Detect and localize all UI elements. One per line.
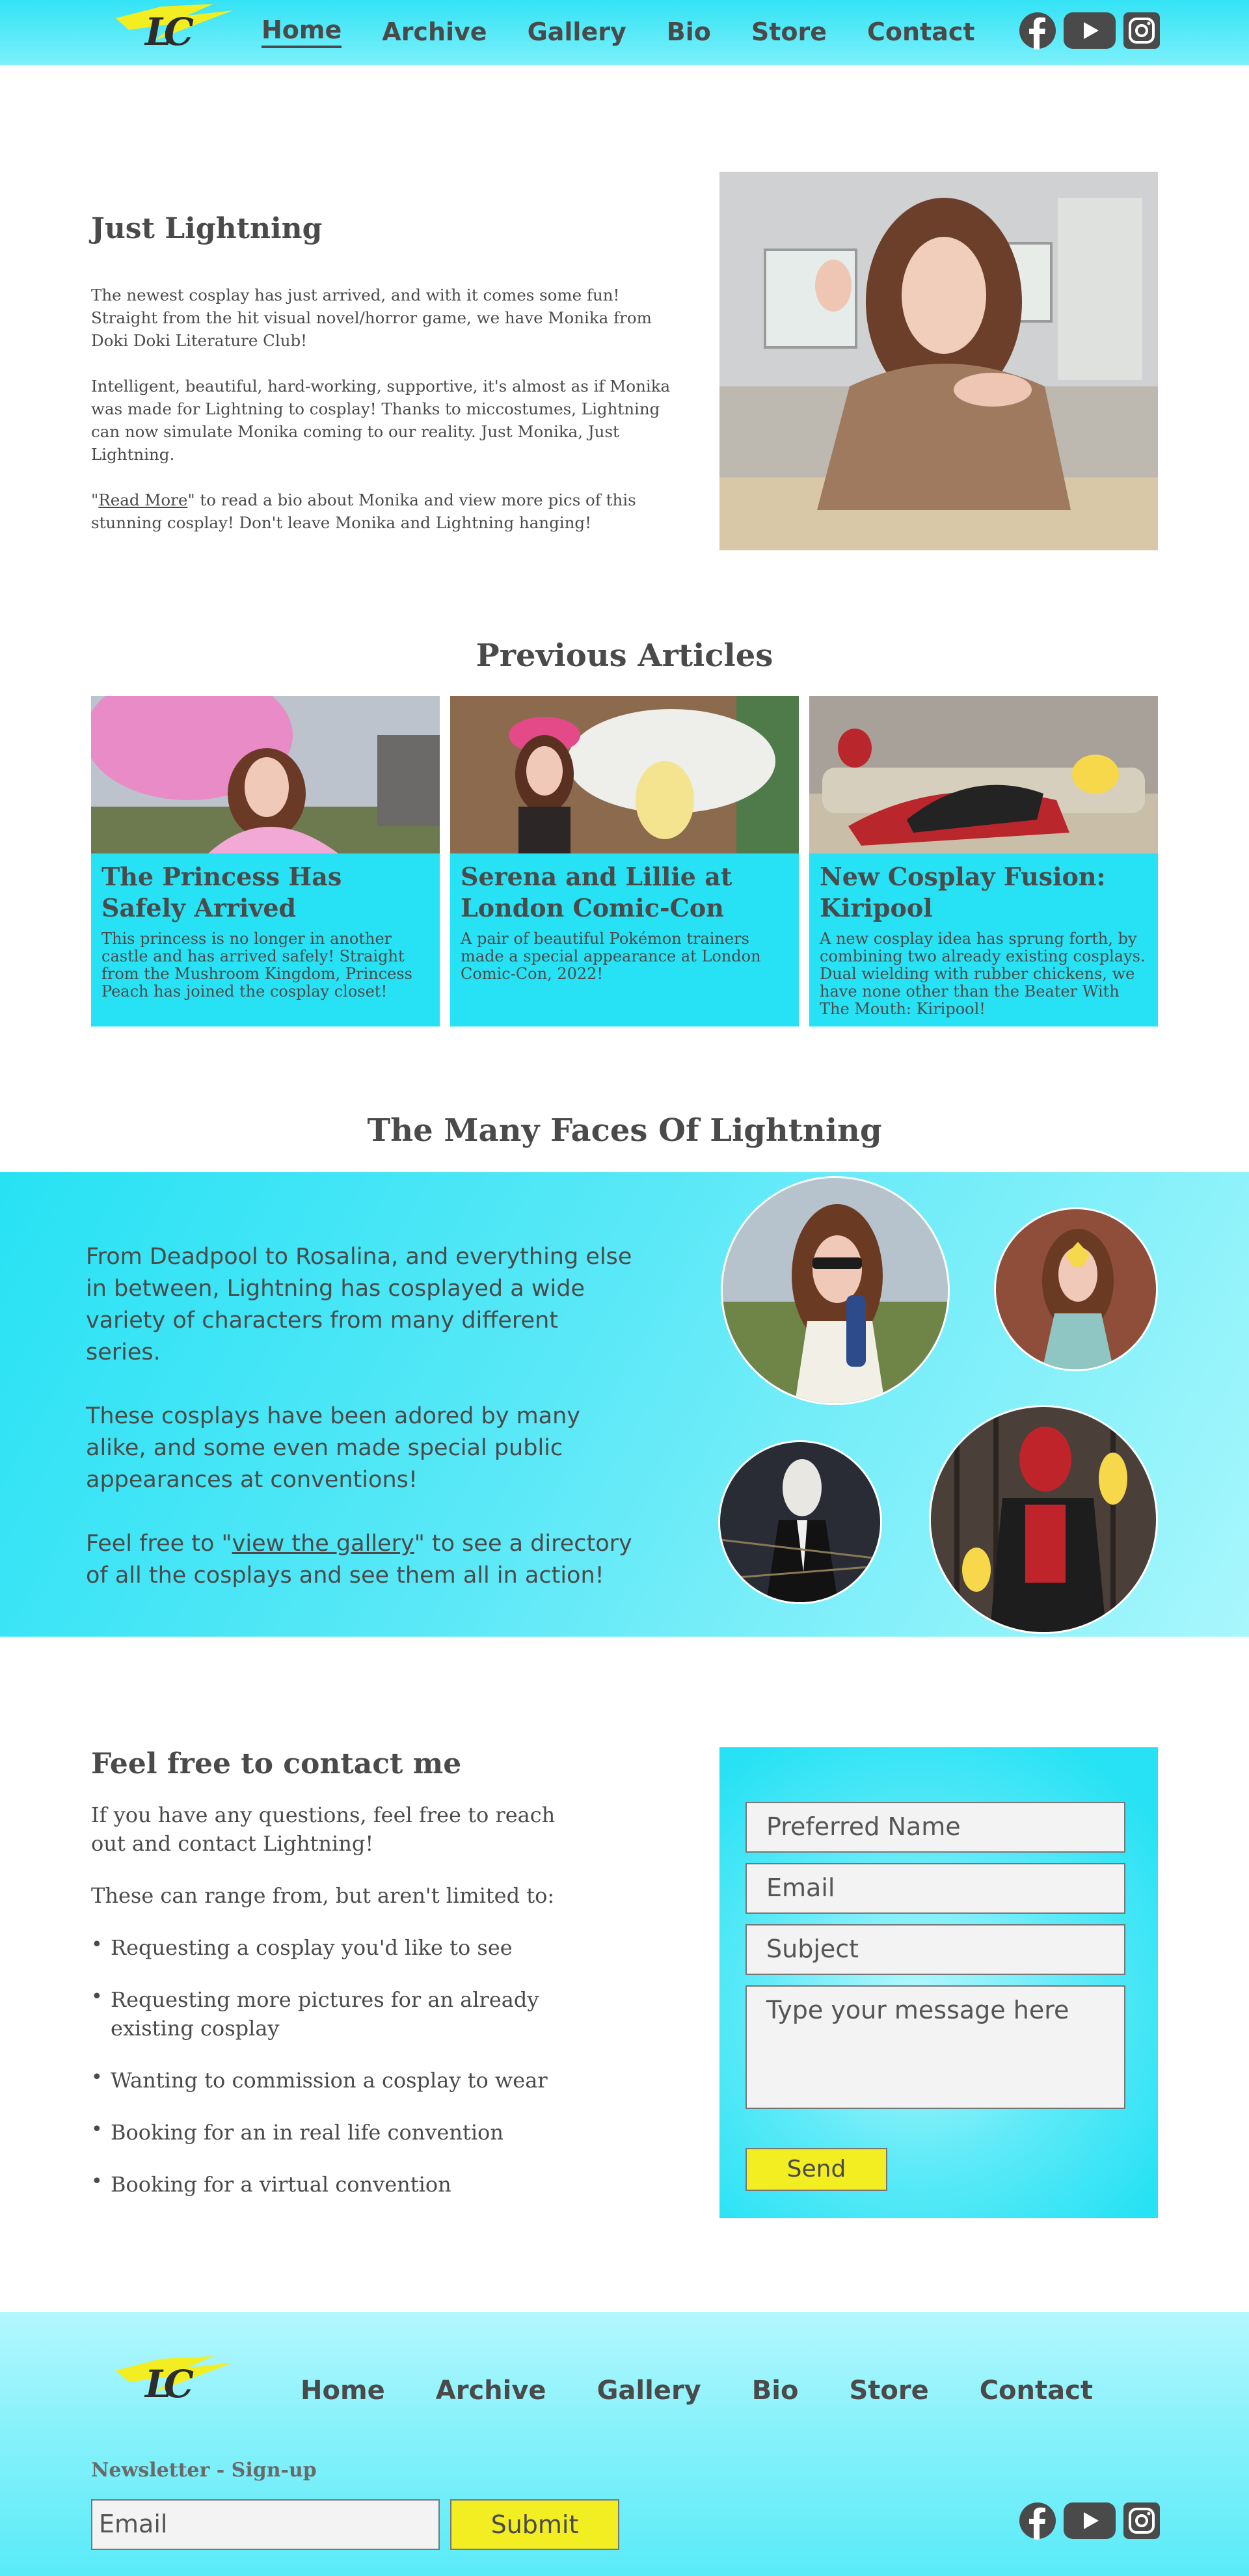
- footer-nav: Home Archive Gallery Bio Store Contact: [301, 2376, 1144, 2406]
- sunglasses-cosplay-image: [723, 1178, 948, 1403]
- nav-bio[interactable]: Bio: [667, 18, 711, 46]
- footer-nav-gallery[interactable]: Gallery: [597, 2376, 701, 2406]
- list-item: Requesting a cosplay you'd like to see: [91, 1931, 559, 1962]
- instagram-icon[interactable]: [1123, 12, 1161, 49]
- list-item: Wanting to commission a cosplay to wear: [91, 2063, 559, 2095]
- footer-nav-archive[interactable]: Archive: [436, 2376, 546, 2406]
- footer-social-links: [1019, 2502, 1161, 2540]
- footer-nav-bio[interactable]: Bio: [752, 2376, 799, 2406]
- monika-cosplay-image: [719, 172, 1158, 550]
- rosalina-cosplay-image: [996, 1209, 1156, 1369]
- message-field[interactable]: Type your message here: [745, 1985, 1125, 2109]
- name-field[interactable]: Preferred Name: [745, 1802, 1125, 1853]
- article-title[interactable]: New Cosplay Fusion: Kiripool: [820, 861, 1148, 924]
- subject-field[interactable]: Subject: [745, 1924, 1125, 1975]
- view-gallery-link[interactable]: view the gallery: [232, 1531, 414, 1557]
- article-photo: [809, 696, 1158, 853]
- article-title[interactable]: Serena and Lillie at London Comic-Con: [461, 861, 788, 924]
- article-body: Serena and Lillie at London Comic-Con A …: [450, 853, 799, 991]
- cosplay-circle-photo: [721, 1176, 950, 1405]
- faces-text: From Deadpool to Rosalina, and everythin…: [86, 1241, 639, 1624]
- faces-paragraph: These cosplays have been adored by many …: [86, 1403, 581, 1493]
- article-photo: [450, 696, 799, 853]
- site-logo[interactable]: LC: [116, 4, 233, 62]
- youtube-icon[interactable]: [1063, 12, 1116, 49]
- deadpool-cosplay-image: [931, 1407, 1156, 1632]
- newsletter-submit-button[interactable]: Submit: [450, 2499, 619, 2550]
- hero-paragraph: "Read More" to read a bio about Monika a…: [91, 490, 636, 532]
- hero-monika-photo: [719, 172, 1158, 550]
- nav-home[interactable]: Home: [262, 16, 342, 48]
- serena-lillie-image: [450, 696, 799, 853]
- contact-intro: If you have any questions, feel free to …: [91, 1803, 556, 1856]
- article-summary: A pair of beautiful Pokémon trainers mad…: [461, 930, 761, 983]
- article-card[interactable]: New Cosplay Fusion: Kiripool A new cospl…: [809, 696, 1158, 1026]
- send-button[interactable]: Send: [745, 2148, 887, 2191]
- faces-section-title: The Many Faces Of Lightning: [367, 1112, 882, 1149]
- footer-nav-contact[interactable]: Contact: [980, 2376, 1093, 2406]
- nav-gallery[interactable]: Gallery: [528, 18, 626, 46]
- article-summary: A new cosplay idea has sprung forth, by …: [820, 930, 1146, 1018]
- article-body: New Cosplay Fusion: Kiripool A new cospl…: [809, 853, 1158, 1026]
- logo-monogram: LC: [145, 10, 194, 54]
- footer-nav-home[interactable]: Home: [301, 2376, 385, 2406]
- cosplay-circle-photo: [929, 1405, 1158, 1634]
- kiripool-image: [809, 696, 1158, 853]
- article-title[interactable]: The Princess Has Safely Arrived: [101, 861, 429, 924]
- newsletter-email-input[interactable]: Email: [91, 2499, 440, 2550]
- contact-reasons-list: Requesting a cosplay you'd like to see R…: [91, 1931, 559, 2199]
- list-item: Booking for a virtual convention: [91, 2167, 559, 2199]
- faces-paragraph: From Deadpool to Rosalina, and everythin…: [86, 1244, 632, 1365]
- contact-title: Feel free to contact me: [91, 1747, 462, 1780]
- newsletter-label: Newsletter - Sign-up: [91, 2459, 317, 2482]
- articles-section-title: Previous Articles: [476, 637, 773, 674]
- hero-paragraph: Intelligent, beautiful, hard-working, su…: [91, 377, 671, 464]
- article-card[interactable]: The Princess Has Safely Arrived This pri…: [91, 696, 440, 1026]
- nav-store[interactable]: Store: [751, 18, 827, 46]
- contact-lead: These can range from, but aren't limited…: [91, 1883, 555, 1908]
- faces-paragraph: Feel free to "view the gallery" to see a…: [86, 1531, 632, 1589]
- article-summary: This princess is no longer in another ca…: [101, 930, 412, 1000]
- header-social-links: [1019, 12, 1161, 49]
- instagram-icon[interactable]: [1123, 2502, 1161, 2540]
- article-card[interactable]: Serena and Lillie at London Comic-Con A …: [450, 696, 799, 1026]
- site-header: LC Home Archive Gallery Bio Store Contac…: [0, 0, 1249, 65]
- hero-text: The newest cosplay has just arrived, and…: [91, 284, 677, 557]
- article-cards: The Princess Has Safely Arrived This pri…: [91, 696, 1158, 1026]
- site-footer: LC Home Archive Gallery Bio Store Contac…: [0, 2312, 1249, 2576]
- footer-logo[interactable]: LC: [116, 2356, 233, 2415]
- article-photo: [91, 696, 440, 853]
- cosplay-circle-photo: [994, 1207, 1158, 1371]
- nav-archive[interactable]: Archive: [382, 18, 487, 46]
- princess-peach-image: [91, 696, 440, 853]
- contact-text: If you have any questions, feel free to …: [91, 1801, 559, 2222]
- main-nav: Home Archive Gallery Bio Store Contact: [262, 16, 975, 48]
- logo-monogram: LC: [145, 2362, 194, 2406]
- footer-nav-store[interactable]: Store: [849, 2376, 928, 2406]
- hero-title: Just Lightning: [91, 212, 323, 245]
- facebook-icon[interactable]: [1019, 12, 1056, 49]
- slenderman-cosplay-image: [720, 1442, 880, 1602]
- article-body: The Princess Has Safely Arrived This pri…: [91, 853, 440, 1008]
- hero-paragraph: The newest cosplay has just arrived, and…: [91, 286, 652, 350]
- youtube-icon[interactable]: [1063, 2502, 1116, 2540]
- email-field[interactable]: Email: [745, 1863, 1125, 1914]
- cosplay-circle-photo: [718, 1440, 882, 1604]
- list-item: Requesting more pictures for an already …: [91, 1983, 559, 2043]
- facebook-icon[interactable]: [1019, 2502, 1056, 2540]
- read-more-link[interactable]: Read More: [98, 490, 187, 509]
- list-item: Booking for an in real life convention: [91, 2115, 559, 2147]
- nav-contact[interactable]: Contact: [867, 18, 975, 46]
- contact-form: Preferred Name Email Subject Type your m…: [719, 1747, 1158, 2218]
